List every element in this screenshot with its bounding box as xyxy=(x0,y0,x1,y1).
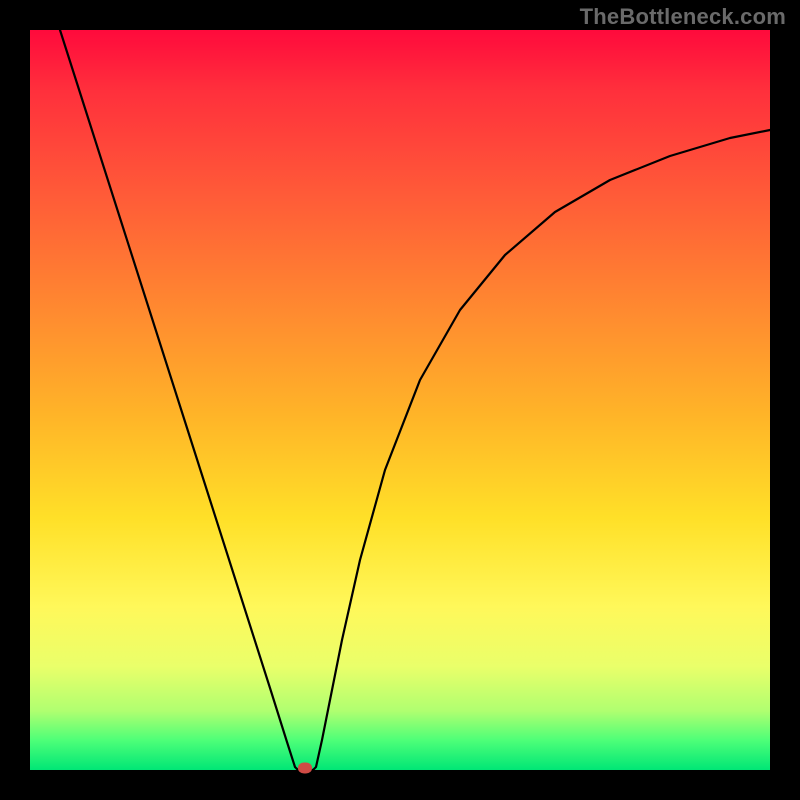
curve-path xyxy=(60,30,770,770)
chart-frame xyxy=(30,30,770,770)
minimum-marker xyxy=(298,763,312,774)
watermark-text: TheBottleneck.com xyxy=(580,4,786,30)
bottleneck-curve xyxy=(30,30,770,770)
